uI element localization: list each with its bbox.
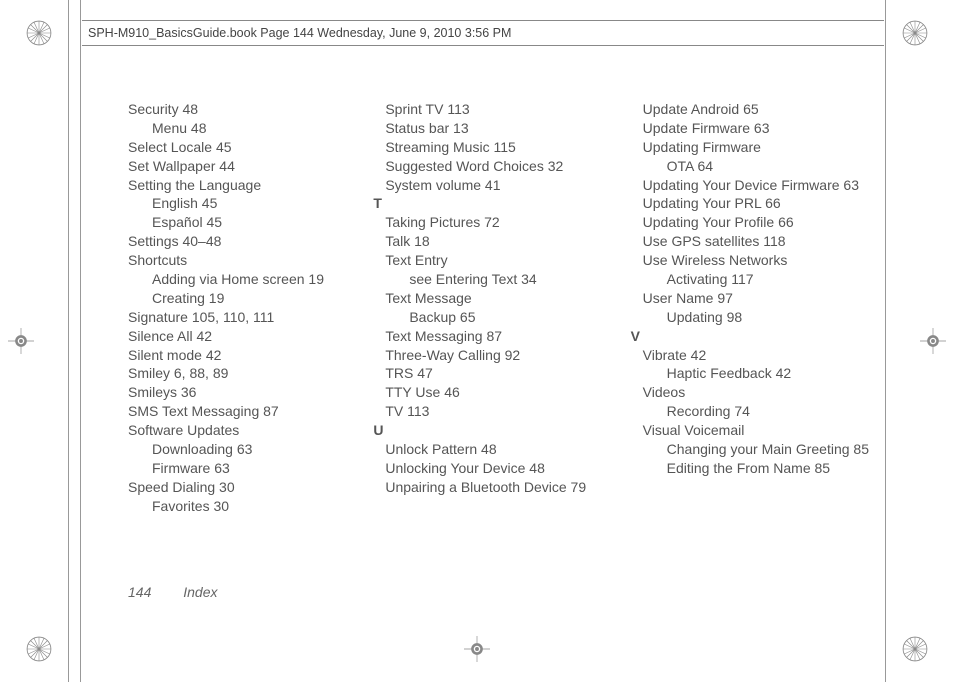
index-entry: Select Locale 45 bbox=[128, 138, 355, 157]
index-column-3: Update Android 65Update Firmware 63Updat… bbox=[643, 100, 870, 602]
index-entry: Update Firmware 63 bbox=[643, 119, 870, 138]
index-entry: Updating Your Device Firmware 63 bbox=[643, 176, 870, 195]
index-entry: see Entering Text 34 bbox=[385, 270, 612, 289]
index-entry: Changing your Main Greeting 85 bbox=[643, 440, 870, 459]
index-entry: English 45 bbox=[128, 194, 355, 213]
index-entry: Haptic Feedback 42 bbox=[643, 364, 870, 383]
index-entry: Español 45 bbox=[128, 213, 355, 232]
index-entry: V bbox=[631, 327, 870, 346]
index-entry: Speed Dialing 30 bbox=[128, 478, 355, 497]
index-entry: Favorites 30 bbox=[128, 497, 355, 516]
index-entry: Downloading 63 bbox=[128, 440, 355, 459]
index-entry: Silent mode 42 bbox=[128, 346, 355, 365]
index-entry: Updating Your Profile 66 bbox=[643, 213, 870, 232]
registration-mark-bottom bbox=[464, 636, 490, 662]
index-entry: Updating 98 bbox=[643, 308, 870, 327]
index-entry: Text Message bbox=[385, 289, 612, 308]
index-entry: Videos bbox=[643, 383, 870, 402]
index-entry: Adding via Home screen 19 bbox=[128, 270, 355, 289]
index-entry: Setting the Language bbox=[128, 176, 355, 195]
index-entry: U bbox=[373, 421, 612, 440]
corner-ornament-bottom-left bbox=[22, 632, 56, 666]
index-entry: Unlock Pattern 48 bbox=[385, 440, 612, 459]
index-entry: Use GPS satellites 118 bbox=[643, 232, 870, 251]
index-entry: Settings 40–48 bbox=[128, 232, 355, 251]
index-entry: Update Android 65 bbox=[643, 100, 870, 119]
index-entry: Taking Pictures 72 bbox=[385, 213, 612, 232]
index-entry: System volume 41 bbox=[385, 176, 612, 195]
index-entry: Set Wallpaper 44 bbox=[128, 157, 355, 176]
index-entry: Creating 19 bbox=[128, 289, 355, 308]
index-entry: Talk 18 bbox=[385, 232, 612, 251]
print-header: SPH-M910_BasicsGuide.book Page 144 Wedne… bbox=[82, 20, 884, 46]
print-header-text: SPH-M910_BasicsGuide.book Page 144 Wedne… bbox=[88, 25, 511, 42]
index-entry: Use Wireless Networks bbox=[643, 251, 870, 270]
index-entry: Signature 105, 110, 111 bbox=[128, 308, 355, 327]
index-entry: TV 113 bbox=[385, 402, 612, 421]
index-entry: Three-Way Calling 92 bbox=[385, 346, 612, 365]
index-entry: Firmware 63 bbox=[128, 459, 355, 478]
page-number: 144 bbox=[128, 584, 151, 600]
index-entry: Software Updates bbox=[128, 421, 355, 440]
registration-mark-right bbox=[920, 328, 946, 354]
index-entry: Smileys 36 bbox=[128, 383, 355, 402]
footer-label: Index bbox=[183, 584, 217, 600]
crop-guide-left-outer bbox=[68, 0, 69, 682]
index-column-1: Security 48Menu 48Select Locale 45Set Wa… bbox=[128, 100, 355, 602]
index-entry: Text Messaging 87 bbox=[385, 327, 612, 346]
index-entry: Text Entry bbox=[385, 251, 612, 270]
index-column-2: Sprint TV 113Status bar 13Streaming Musi… bbox=[385, 100, 612, 602]
index-entry: Silence All 42 bbox=[128, 327, 355, 346]
corner-ornament-bottom-right bbox=[898, 632, 932, 666]
index-entry: Activating 117 bbox=[643, 270, 870, 289]
page-footer: 144 Index bbox=[128, 583, 218, 602]
index-entry: Editing the From Name 85 bbox=[643, 459, 870, 478]
corner-ornament-top-right bbox=[898, 16, 932, 50]
index-entry: User Name 97 bbox=[643, 289, 870, 308]
index-entry: Sprint TV 113 bbox=[385, 100, 612, 119]
index-entry: Status bar 13 bbox=[385, 119, 612, 138]
index-entry: Vibrate 42 bbox=[643, 346, 870, 365]
index-entry: Suggested Word Choices 32 bbox=[385, 157, 612, 176]
index-entry: Streaming Music 115 bbox=[385, 138, 612, 157]
index-entry: OTA 64 bbox=[643, 157, 870, 176]
index-entry: T bbox=[373, 194, 612, 213]
index-entry: Menu 48 bbox=[128, 119, 355, 138]
index-entry: Updating Your PRL 66 bbox=[643, 194, 870, 213]
registration-mark-left bbox=[8, 328, 34, 354]
crop-guide-right bbox=[885, 0, 886, 682]
index-entry: Security 48 bbox=[128, 100, 355, 119]
index-entry: TTY Use 46 bbox=[385, 383, 612, 402]
index-entry: Updating Firmware bbox=[643, 138, 870, 157]
index-entry: TRS 47 bbox=[385, 364, 612, 383]
crop-guide-left-inner bbox=[80, 0, 81, 682]
index-entry: Visual Voicemail bbox=[643, 421, 870, 440]
index-entry: Shortcuts bbox=[128, 251, 355, 270]
index-entry: Recording 74 bbox=[643, 402, 870, 421]
index-entry: Smiley 6, 88, 89 bbox=[128, 364, 355, 383]
index-entry: Backup 65 bbox=[385, 308, 612, 327]
corner-ornament-top-left bbox=[22, 16, 56, 50]
index-body: Security 48Menu 48Select Locale 45Set Wa… bbox=[128, 100, 870, 602]
index-entry: SMS Text Messaging 87 bbox=[128, 402, 355, 421]
index-entry: Unpairing a Bluetooth Device 79 bbox=[385, 478, 612, 497]
index-entry: Unlocking Your Device 48 bbox=[385, 459, 612, 478]
